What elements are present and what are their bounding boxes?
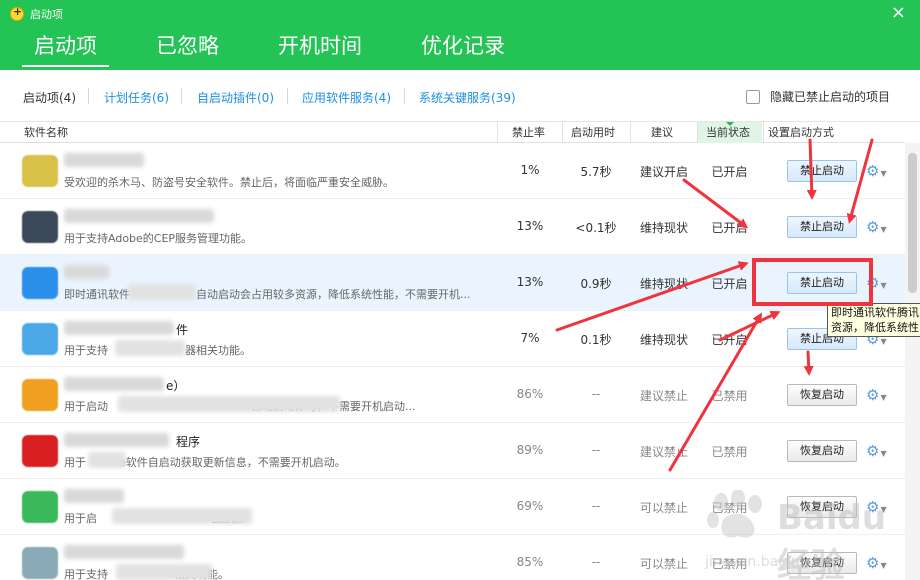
arrow [682,178,749,229]
arrow [806,138,817,200]
watermark: Baidu 经验 jingyan.baidu.com [705,480,915,580]
watermark-url: jingyan.baidu.com [705,554,835,570]
paw-logo-icon [707,490,762,538]
arrow [555,261,749,332]
arrow [846,138,874,224]
arrow [668,312,763,472]
arrow [803,350,814,376]
